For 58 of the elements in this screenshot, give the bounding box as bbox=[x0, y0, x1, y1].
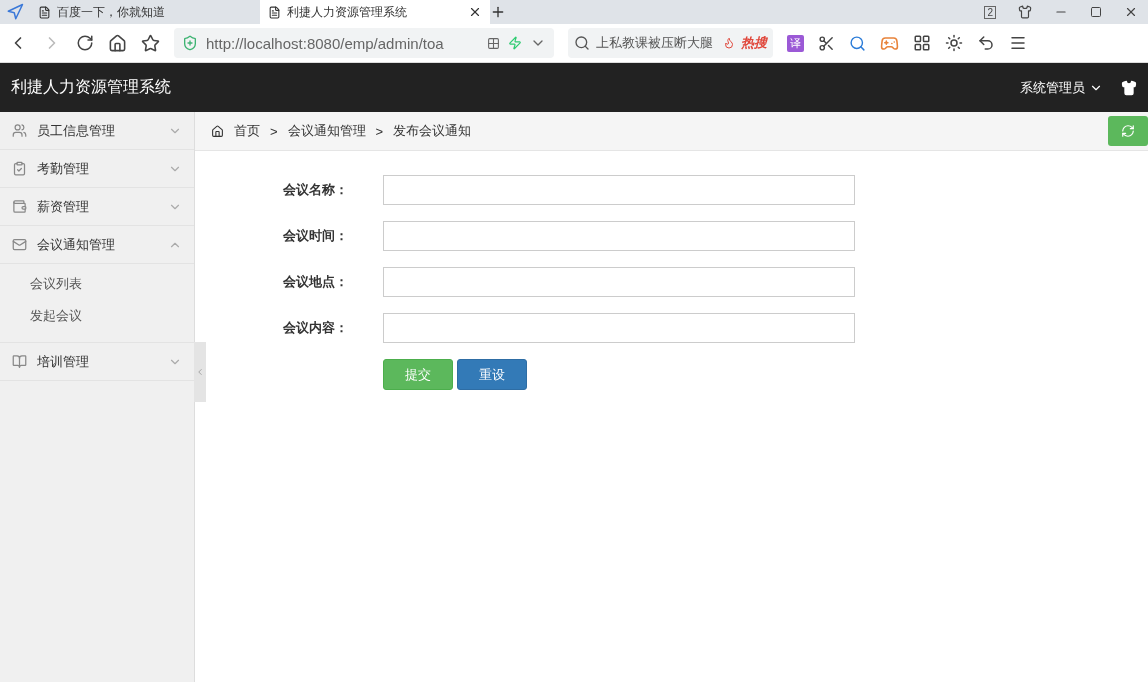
breadcrumb-item[interactable]: 首页 bbox=[234, 122, 260, 140]
sidebar-item[interactable]: 薪资管理 bbox=[0, 188, 194, 226]
sidebar-item[interactable]: 员工信息管理 bbox=[0, 112, 194, 150]
tab-count: 2 bbox=[984, 5, 996, 19]
navigation-icon bbox=[6, 3, 24, 21]
clipboard-icon bbox=[12, 161, 27, 176]
menu-icon[interactable] bbox=[1009, 34, 1027, 52]
address-field[interactable]: http://localhost:8080/emp/admin/toa bbox=[174, 28, 554, 58]
input-field[interactable] bbox=[383, 175, 855, 205]
new-tab-icon[interactable] bbox=[490, 4, 506, 20]
flame-icon bbox=[723, 37, 735, 49]
users-icon bbox=[12, 123, 27, 138]
page-icon bbox=[38, 5, 51, 19]
envelope-icon bbox=[12, 237, 27, 252]
home-icon bbox=[211, 124, 224, 138]
maximize-icon[interactable] bbox=[1090, 6, 1102, 18]
search-text: 上私教课被压断大腿 bbox=[596, 34, 714, 52]
breadcrumb-item[interactable]: 发布会议通知 bbox=[393, 122, 472, 140]
field-label: 会议地点： bbox=[283, 273, 349, 291]
separator: > bbox=[375, 123, 384, 139]
sidebar-item[interactable]: 考勤管理 bbox=[0, 150, 194, 188]
search-icon bbox=[574, 35, 590, 51]
sidebar-item[interactable]: 会议通知管理 bbox=[0, 226, 194, 264]
home-icon[interactable] bbox=[108, 33, 127, 53]
browser-tab[interactable]: 百度一下，你就知道 bbox=[30, 0, 260, 24]
input-field[interactable] bbox=[383, 313, 855, 343]
apps-icon[interactable] bbox=[913, 34, 931, 52]
submenu-item[interactable]: 发起会议 bbox=[0, 300, 194, 332]
close-icon[interactable] bbox=[468, 5, 482, 19]
breadcrumb-item[interactable]: 会议通知管理 bbox=[287, 122, 366, 140]
search-field[interactable]: 上私教课被压断大腿 热搜 bbox=[568, 28, 773, 58]
book-icon bbox=[12, 354, 27, 369]
star-icon[interactable] bbox=[141, 33, 160, 53]
input-field[interactable] bbox=[383, 267, 855, 297]
page-icon bbox=[268, 5, 281, 19]
submenu-item[interactable]: 会议列表 bbox=[0, 268, 194, 300]
app-title: 利捷人力资源管理系统 bbox=[11, 77, 171, 97]
wallet-icon bbox=[12, 199, 27, 214]
close-icon[interactable] bbox=[1124, 5, 1138, 19]
shield-icon bbox=[182, 35, 198, 51]
collapse-handle[interactable] bbox=[194, 342, 206, 402]
field-label: 会议内容： bbox=[283, 319, 349, 337]
field-label: 会议名称： bbox=[283, 181, 349, 199]
refresh-icon bbox=[1121, 124, 1135, 138]
undo-icon[interactable] bbox=[977, 34, 995, 52]
shirt-icon[interactable] bbox=[1018, 5, 1032, 19]
reset-button[interactable]: 重设 bbox=[457, 359, 527, 390]
input-field[interactable] bbox=[383, 221, 855, 251]
user-menu[interactable]: 系统管理员 bbox=[1020, 78, 1103, 97]
reload-icon[interactable] bbox=[76, 34, 94, 52]
field-label: 会议时间： bbox=[283, 227, 349, 245]
browser-tab[interactable]: 利捷人力资源管理系统 bbox=[260, 0, 490, 24]
hot-label: 热搜 bbox=[741, 34, 767, 52]
search-icon[interactable] bbox=[849, 34, 866, 52]
scissors-icon[interactable] bbox=[818, 34, 835, 52]
translate-button[interactable]: 译 bbox=[787, 34, 804, 52]
separator: > bbox=[270, 123, 278, 139]
brightness-icon[interactable] bbox=[945, 34, 963, 52]
